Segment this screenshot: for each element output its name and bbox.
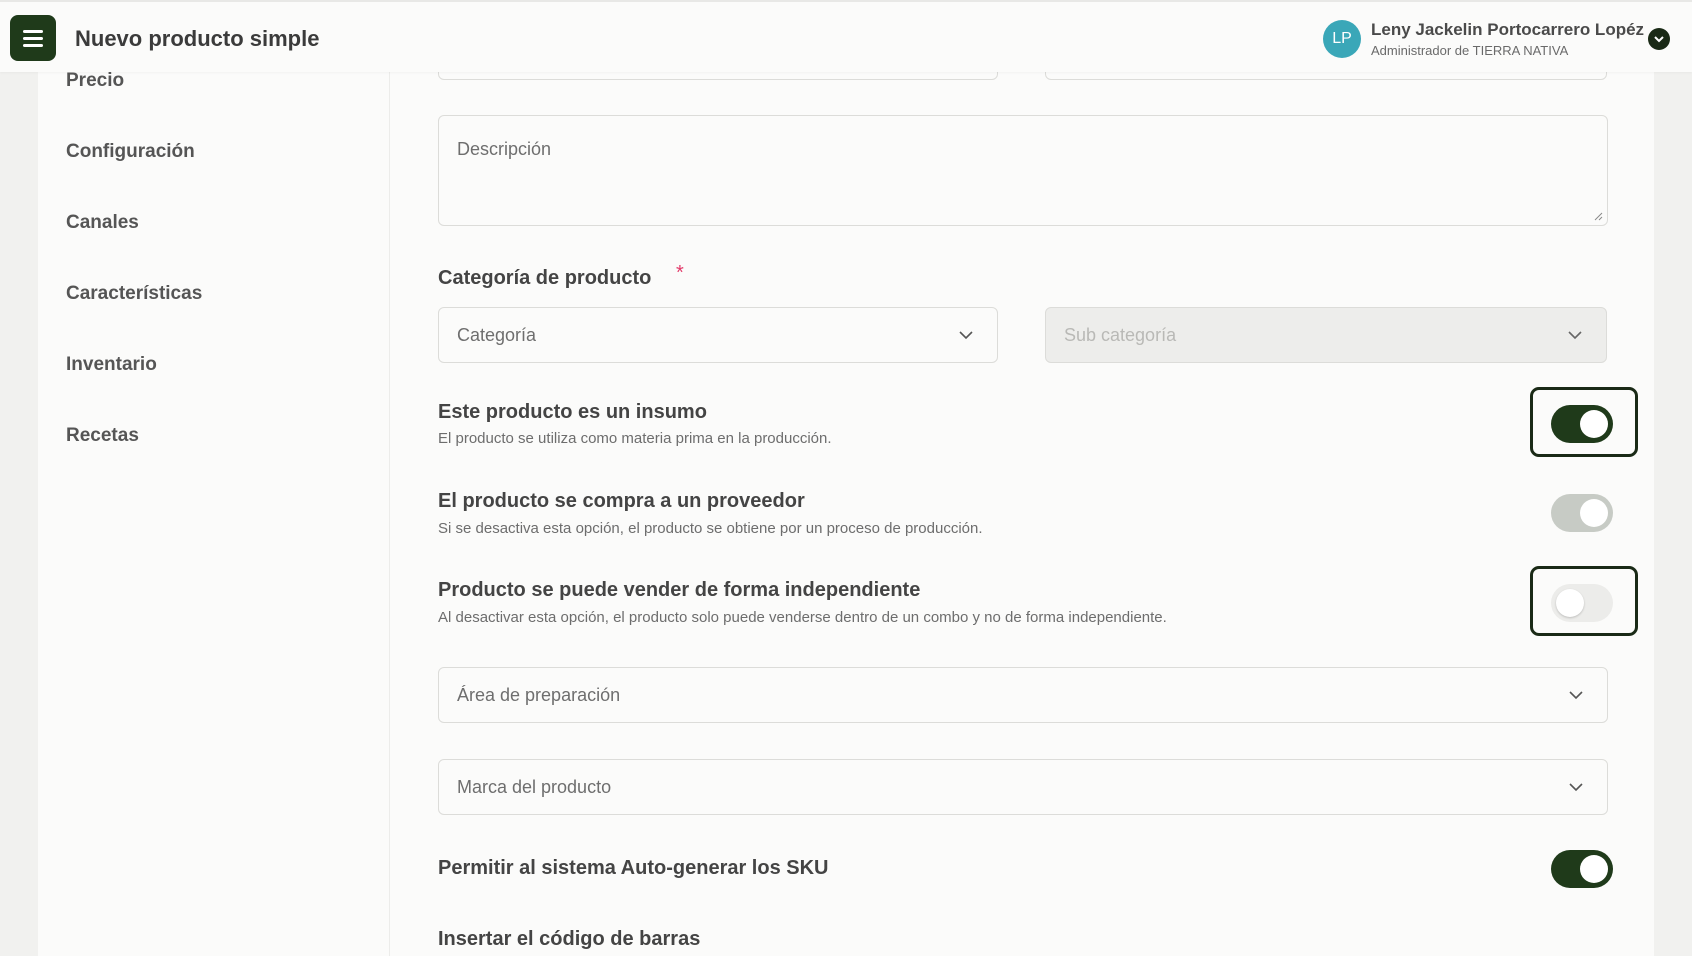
toggle-proveedor-subtitle: Si se desactiva esta opción, el producto…: [438, 520, 983, 537]
sidebar-item-caracteristicas[interactable]: Características: [66, 283, 202, 305]
chevron-down-icon: [1569, 691, 1583, 700]
category-placeholder: Categoría: [457, 325, 537, 345]
description-textarea[interactable]: Descripción: [438, 115, 1608, 226]
independiente-toggle[interactable]: [1551, 584, 1613, 622]
toggle-insumo-subtitle: El producto se utiliza como materia prim…: [438, 430, 832, 447]
brand-placeholder: Marca del producto: [457, 777, 612, 797]
category-section-title: Categoría de producto: [438, 267, 652, 289]
prep-area-placeholder: Área de preparación: [457, 685, 621, 705]
toggle-insumo-title: Este producto es un insumo: [438, 401, 707, 423]
subcategory-placeholder: Sub categoría: [1064, 325, 1177, 345]
toggle-proveedor-title: El producto se compra a un proveedor: [438, 490, 805, 512]
avatar[interactable]: LP: [1323, 20, 1361, 58]
sidebar-item-recetas[interactable]: Recetas: [66, 425, 139, 447]
user-name: Leny Jackelin Portocarrero Lopéz: [1371, 20, 1645, 39]
page-title: Nuevo producto simple: [75, 26, 320, 51]
resize-handle-icon[interactable]: [1593, 211, 1603, 221]
required-mark: *: [676, 262, 684, 284]
hamburger-icon: [23, 30, 43, 33]
toggle-knob: [1580, 855, 1608, 883]
prep-area-select[interactable]: Área de preparación: [438, 667, 1608, 723]
chevron-down-icon: [959, 331, 973, 340]
insumo-toggle[interactable]: [1551, 405, 1613, 443]
brand-select[interactable]: Marca del producto: [438, 759, 1608, 815]
user-role: Administrador de TIERRA NATIVA: [1371, 43, 1569, 58]
menu-button[interactable]: [10, 15, 56, 61]
user-menu-button[interactable]: [1648, 28, 1670, 50]
sku-toggle-title: Permitir al sistema Auto-generar los SKU: [438, 857, 829, 879]
category-select[interactable]: Categoría: [438, 307, 998, 363]
sidebar-item-configuracion[interactable]: Configuración: [66, 141, 195, 163]
section-sidebar: Precio Configuración Canales Característ…: [38, 0, 390, 956]
sidebar-item-canales[interactable]: Canales: [66, 212, 139, 234]
sidebar-item-inventario[interactable]: Inventario: [66, 354, 157, 376]
toggle-independiente-title: Producto se puede vender de forma indepe…: [438, 579, 921, 601]
sidebar-item-precio[interactable]: Precio: [66, 70, 124, 92]
toggle-knob: [1580, 499, 1608, 527]
toggle-independiente-subtitle: Al desactivar esta opción, el producto s…: [438, 609, 1167, 626]
chevron-down-icon: [1654, 36, 1664, 43]
toggle-knob: [1556, 589, 1584, 617]
barcode-title: Insertar el código de barras: [438, 928, 701, 950]
chevron-down-icon: [1569, 783, 1583, 792]
top-bar: Nuevo producto simple LP Leny Jackelin P…: [0, 0, 1692, 72]
proveedor-toggle[interactable]: [1551, 494, 1613, 532]
description-placeholder: Descripción: [457, 139, 552, 159]
sku-toggle[interactable]: [1551, 850, 1613, 888]
subcategory-select[interactable]: Sub categoría: [1045, 307, 1607, 363]
toggle-knob: [1580, 410, 1608, 438]
chevron-down-icon: [1568, 331, 1582, 340]
